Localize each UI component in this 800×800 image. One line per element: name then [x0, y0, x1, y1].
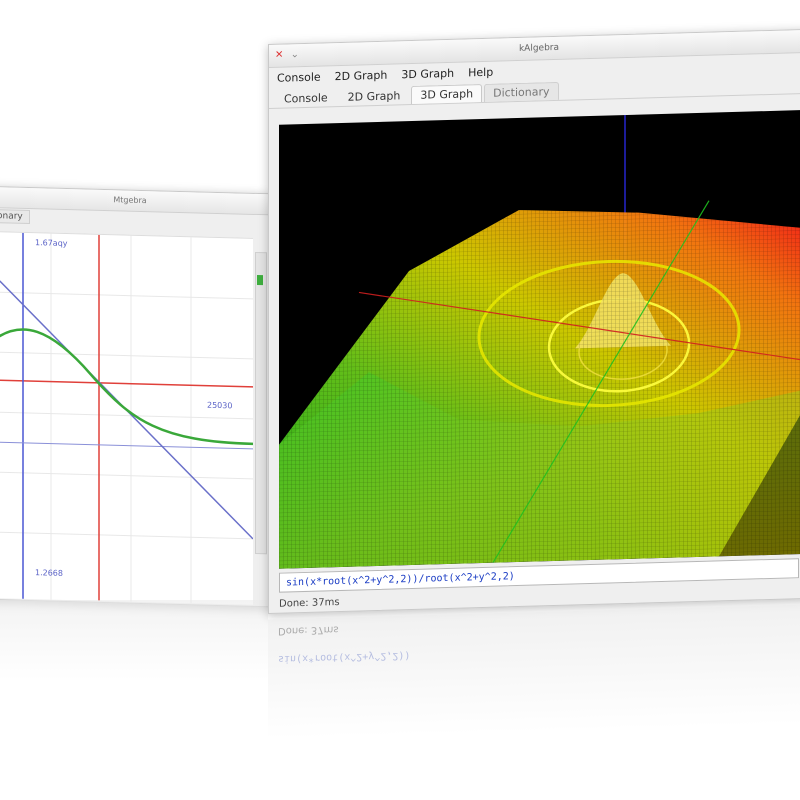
- back-window-title: Mtgebra: [0, 187, 269, 216]
- menu-help[interactable]: Help: [468, 65, 493, 79]
- scrollbar-thumb[interactable]: [257, 274, 263, 286]
- reflection-input: sin(x*root(x^2+y^2,2)): [278, 649, 411, 665]
- window-title: kAlgebra: [518, 42, 560, 54]
- blue-horizontal-axis: [0, 441, 253, 450]
- front-window-3d-graph: ✕ ⌄ kAlgebra Console 2D Graph 3D Graph H…: [268, 28, 800, 614]
- back-window-2d-graph: Mtgebra onary 1.67aqy 25030 1.2668: [0, 186, 270, 608]
- tab-3d-graph[interactable]: 3D Graph: [411, 84, 483, 104]
- plot-3d-svg: [279, 115, 800, 569]
- plot-2d-canvas[interactable]: 1.67aqy 25030 1.2668: [0, 231, 254, 605]
- minimize-icon[interactable]: ⌄: [291, 49, 299, 60]
- back-window-reflection: [0, 600, 268, 680]
- status-text: Done: 37ms: [279, 597, 340, 610]
- front-window-reflection: Done: 37ms sin(x*root(x^2+y^2,2)): [268, 604, 800, 740]
- tab-console[interactable]: Console: [275, 88, 337, 108]
- menu-console[interactable]: Console: [277, 70, 321, 84]
- plot-3d-canvas[interactable]: [279, 110, 800, 569]
- menu-2d-graph[interactable]: 2D Graph: [335, 68, 388, 82]
- plot-2d-svg: 1.67aqy 25030 1.2668: [0, 232, 254, 604]
- tab-dictionary-partial[interactable]: onary: [0, 209, 30, 225]
- close-icon[interactable]: ✕: [275, 50, 283, 61]
- y-top-label: 1.67aqy: [35, 238, 68, 248]
- y-bottom-label: 1.2668: [35, 568, 63, 578]
- tab-dictionary[interactable]: Dictionary: [484, 81, 559, 102]
- menu-3d-graph[interactable]: 3D Graph: [401, 66, 454, 80]
- tab-2d-graph[interactable]: 2D Graph: [339, 86, 410, 106]
- red-horizontal-axis: [0, 379, 253, 388]
- reflection-status: Done: 37ms: [278, 623, 339, 637]
- vertical-scrollbar[interactable]: [255, 251, 267, 555]
- x-right-label: 25030: [207, 401, 232, 411]
